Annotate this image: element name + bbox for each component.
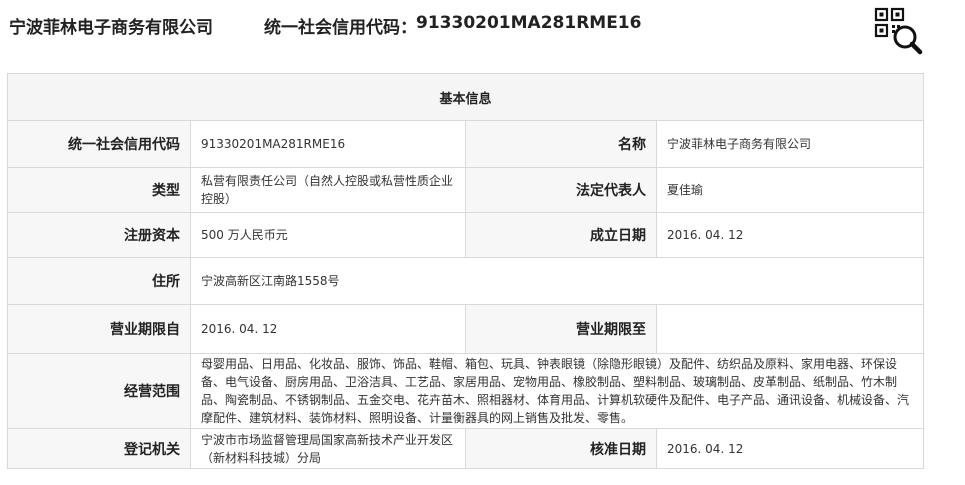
business-scope-label: 经营范围 [7, 353, 191, 429]
table-row: 注册资本 500 万人民币元 成立日期 2016. 04. 12 [7, 212, 925, 258]
registry-authority-value: 宁波市市场监督管理局国家高新技术产业开发区（新材料科技城）分局 [190, 428, 466, 469]
capital-value: 500 万人民币元 [190, 212, 466, 258]
section-header-row: 基本信息 [6, 73, 925, 121]
approval-date-value: 2016. 04. 12 [655, 428, 925, 469]
table-row: 类型 私营有限责任公司（自然人控股或私营性质企业控股） 法定代表人 夏佳瑜 [7, 167, 925, 213]
name-value: 宁波菲林电子商务有限公司 [655, 120, 925, 168]
basic-info-table: 基本信息 统一社会信用代码 91330201MA281RME16 名称 宁波菲林… [6, 73, 925, 469]
address-value: 宁波高新区江南路1558号 [189, 257, 925, 305]
legal-rep-value: 夏佳瑜 [655, 167, 925, 213]
registry-authority-label: 登记机关 [7, 428, 191, 469]
legal-rep-label: 法定代表人 [465, 167, 657, 213]
term-start-label: 营业期限自 [7, 304, 191, 354]
company-name-title: 宁波菲林电子商务有限公司 [9, 18, 213, 38]
credit-code-row-value: 91330201MA281RME16 [190, 120, 466, 168]
term-start-value: 2016. 04. 12 [190, 304, 466, 354]
table-row: 统一社会信用代码 91330201MA281RME16 名称 宁波菲林电子商务有… [7, 120, 925, 168]
credit-code-label: 统一社会信用代码： [264, 18, 417, 38]
established-date-value: 2016. 04. 12 [655, 212, 925, 258]
address-label: 住所 [7, 257, 191, 305]
table-row: 经营范围 母婴用品、日用品、化妆品、服饰、饰品、鞋帽、箱包、玩具、钟表眼镜（除隐… [7, 353, 925, 429]
approval-date-label: 核准日期 [465, 428, 657, 469]
established-date-label: 成立日期 [465, 212, 657, 258]
term-end-value [655, 304, 925, 354]
term-end-label: 营业期限至 [465, 304, 657, 354]
type-label: 类型 [7, 167, 191, 213]
table-row: 住所 宁波高新区江南路1558号 [7, 257, 925, 305]
business-scope-value: 母婴用品、日用品、化妆品、服饰、饰品、鞋帽、箱包、玩具、钟表眼镜（除隐形眼镜）及… [189, 353, 925, 429]
credit-code-row-label: 统一社会信用代码 [7, 120, 191, 168]
table-row: 营业期限自 2016. 04. 12 营业期限至 [7, 304, 925, 354]
section-title: 基本信息 [6, 73, 925, 121]
type-value: 私营有限责任公司（自然人控股或私营性质企业控股） [190, 167, 466, 213]
credit-code-value: 91330201MA281RME16 [416, 13, 642, 33]
page-header: 宁波菲林电子商务有限公司 统一社会信用代码： 91330201MA281RME1… [0, 0, 965, 60]
qr-code-search-icon[interactable] [871, 5, 925, 55]
capital-label: 注册资本 [7, 212, 191, 258]
table-row: 登记机关 宁波市市场监督管理局国家高新技术产业开发区（新材料科技城）分局 核准日… [7, 428, 925, 469]
name-label: 名称 [465, 120, 657, 168]
